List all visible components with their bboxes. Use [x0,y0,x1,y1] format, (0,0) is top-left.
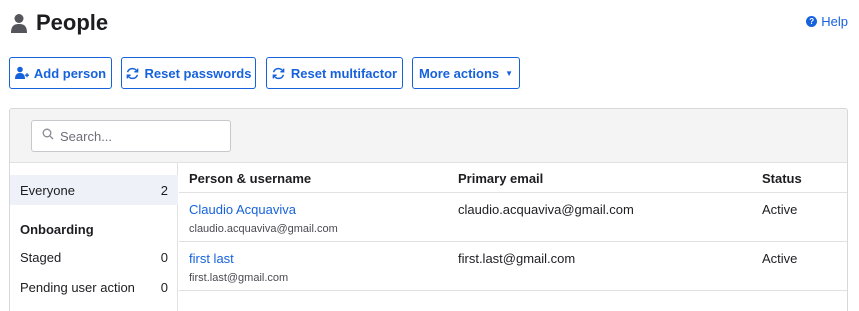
people-panel: Everyone 2 Onboarding Staged 0 Pending u… [9,108,848,311]
column-header-status[interactable]: Status [762,171,802,186]
sidebar-item-count: 0 [160,249,168,265]
status-text: Active [762,202,798,217]
people-table: Person & username Primary email Status C… [179,163,847,291]
column-header-person[interactable]: Person & username [189,171,311,186]
status-text: Active [762,251,798,266]
reset-multifactor-label: Reset multifactor [290,65,398,81]
table-header: Person & username Primary email Status [179,163,847,193]
filter-sidebar: Everyone 2 Onboarding Staged 0 Pending u… [10,163,178,311]
page-title: People [36,10,109,35]
sidebar-item-staged[interactable]: Staged 0 [10,242,178,272]
primary-email: first.last@gmail.com [458,251,576,266]
person-name-link[interactable]: first last [189,251,288,266]
more-actions-button[interactable]: More actions ▼ [412,57,520,89]
sidebar-item-count: 0 [160,279,168,295]
add-person-label: Add person [33,65,107,81]
refresh-icon [272,66,286,80]
person-name-link[interactable]: Claudio Acquaviva [189,202,338,217]
reset-multifactor-button[interactable]: Reset multifactor [266,57,403,89]
sidebar-item-label: Pending user action [20,279,135,295]
help-label: Help [821,14,848,29]
person-username: first.last@gmail.com [189,272,289,284]
search-bar [10,109,847,163]
reset-passwords-label: Reset passwords [144,65,252,81]
reset-passwords-button[interactable]: Reset passwords [121,57,256,89]
sidebar-item-pending-user-action[interactable]: Pending user action 0 [10,272,178,302]
search-icon [42,127,54,145]
more-actions-label: More actions [418,65,500,81]
sidebar-item-label: Everyone [20,182,75,198]
person-username: claudio.acquaviva@gmail.com [189,223,338,235]
page-header: People [10,8,108,38]
person-cell: first last first.last@gmail.com [189,251,288,284]
add-person-icon [14,66,29,80]
table-row: Claudio Acquaviva claudio.acquaviva@gmai… [179,193,847,242]
person-cell: Claudio Acquaviva claudio.acquaviva@gmai… [189,202,338,235]
add-person-button[interactable]: Add person [9,57,112,89]
help-link[interactable]: ? Help [806,14,848,29]
primary-email: claudio.acquaviva@gmail.com [458,202,634,217]
search-box[interactable] [31,120,231,152]
person-icon [10,13,28,33]
sidebar-item-everyone[interactable]: Everyone 2 [10,175,178,205]
help-icon: ? [806,16,818,27]
sidebar-item-count: 2 [160,182,168,198]
search-input[interactable] [60,128,210,144]
sidebar-group-heading: Onboarding [20,222,94,237]
column-header-email[interactable]: Primary email [458,171,543,186]
sidebar-item-label: Staged [20,249,62,265]
table-row: first last first.last@gmail.com first.la… [179,242,847,291]
refresh-icon [126,66,140,80]
caret-down-icon: ▼ [505,68,514,78]
